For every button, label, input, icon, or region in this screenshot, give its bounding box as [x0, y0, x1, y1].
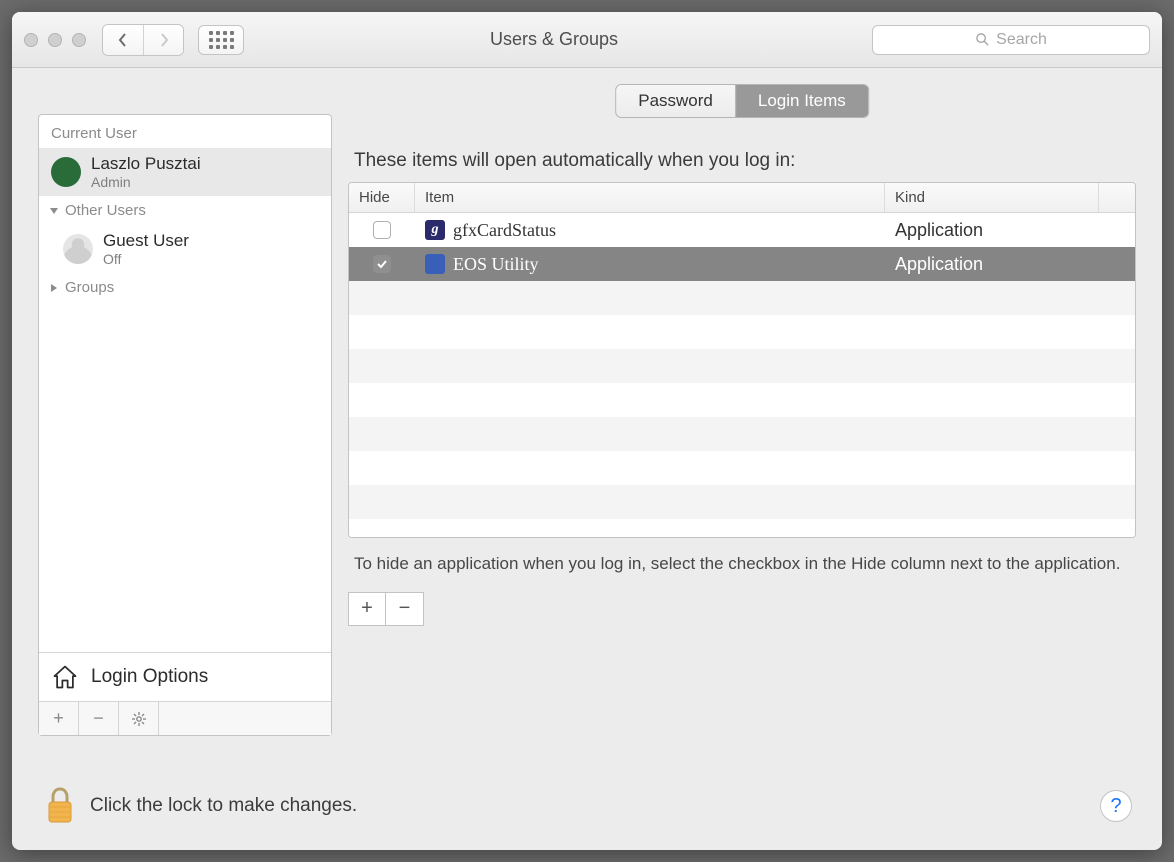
other-users-disclosure[interactable]: Other Users [39, 196, 331, 225]
add-user-button[interactable]: + [39, 702, 79, 735]
groups-disclosure[interactable]: Groups [39, 273, 331, 302]
guest-status: Off [103, 251, 189, 267]
login-items-description: These items will open automatically when… [354, 150, 1136, 172]
col-kind[interactable]: Kind [885, 183, 1099, 212]
item-kind: Application [885, 220, 1135, 241]
tab-password[interactable]: Password [616, 85, 735, 117]
col-resize[interactable] [1099, 183, 1135, 212]
chevron-right-icon [158, 33, 170, 47]
sidebar-toolbar: + − [39, 701, 331, 735]
search-icon [975, 32, 990, 47]
hide-checkbox[interactable] [373, 221, 391, 239]
app-icon [425, 254, 445, 274]
col-item[interactable]: Item [415, 183, 885, 212]
sidebar-item-guest-user[interactable]: Guest User Off [39, 225, 331, 273]
user-role: Admin [91, 174, 201, 190]
item-name: gfxCardStatus [453, 220, 556, 241]
item-toolbar: + − [348, 592, 1136, 626]
zoom-window-button[interactable] [72, 33, 86, 47]
house-icon [51, 663, 79, 691]
lock-footer: Click the lock to make changes. [44, 786, 357, 826]
users-sidebar: Current User Laszlo Pusztai Admin Other … [38, 114, 332, 736]
guest-name: Guest User [103, 231, 189, 251]
add-item-button[interactable]: + [348, 592, 386, 626]
groups-label: Groups [65, 279, 114, 296]
search-input[interactable]: Search [872, 25, 1150, 55]
triangle-down-icon [49, 206, 59, 216]
minimize-window-button[interactable] [48, 33, 62, 47]
sidebar-item-current-user[interactable]: Laszlo Pusztai Admin [39, 148, 331, 196]
gear-icon [131, 711, 147, 727]
table-header: Hide Item Kind [349, 183, 1135, 213]
tab-login-items[interactable]: Login Items [735, 85, 868, 117]
avatar [63, 234, 93, 264]
item-name: EOS Utility [453, 254, 539, 275]
lock-icon[interactable] [44, 786, 76, 826]
close-window-button[interactable] [24, 33, 38, 47]
window-title: Users & Groups [252, 29, 856, 50]
search-placeholder: Search [996, 31, 1047, 49]
app-icon: g [425, 220, 445, 240]
other-users-label: Other Users [65, 202, 146, 219]
forward-button[interactable] [143, 25, 183, 55]
help-button[interactable]: ? [1100, 790, 1132, 822]
titlebar: Users & Groups Search [12, 12, 1162, 68]
user-actions-button[interactable] [119, 702, 159, 735]
table-body: g gfxCardStatus Application EOS Utility A… [349, 213, 1135, 538]
user-name: Laszlo Pusztai [91, 154, 201, 174]
remove-item-button[interactable]: − [386, 592, 424, 626]
table-row[interactable]: g gfxCardStatus Application [349, 213, 1135, 247]
login-options-button[interactable]: Login Options [39, 652, 331, 701]
col-hide[interactable]: Hide [349, 183, 415, 212]
login-items-pane: Password Login Items These items will op… [348, 114, 1136, 842]
hide-hint: To hide an application when you log in, … [354, 552, 1130, 576]
current-user-label: Current User [39, 115, 331, 148]
login-items-table: Hide Item Kind g gfxCardStatus Applicatio… [348, 182, 1136, 538]
hide-checkbox[interactable] [373, 255, 391, 273]
back-button[interactable] [103, 25, 143, 55]
nav-buttons [102, 24, 184, 56]
avatar [51, 157, 81, 187]
remove-user-button[interactable]: − [79, 702, 119, 735]
item-kind: Application [885, 254, 1135, 275]
grid-icon [209, 31, 234, 49]
chevron-left-icon [117, 33, 129, 47]
triangle-right-icon [49, 283, 59, 293]
content-area: Current User Laszlo Pusztai Admin Other … [12, 68, 1162, 850]
login-options-label: Login Options [91, 666, 208, 688]
lock-text: Click the lock to make changes. [90, 795, 357, 817]
window-controls [24, 33, 86, 47]
table-row[interactable]: EOS Utility Application [349, 247, 1135, 281]
show-all-button[interactable] [198, 25, 244, 55]
preferences-window: Users & Groups Search Current User Laszl… [12, 12, 1162, 850]
tabs: Password Login Items [615, 84, 869, 118]
